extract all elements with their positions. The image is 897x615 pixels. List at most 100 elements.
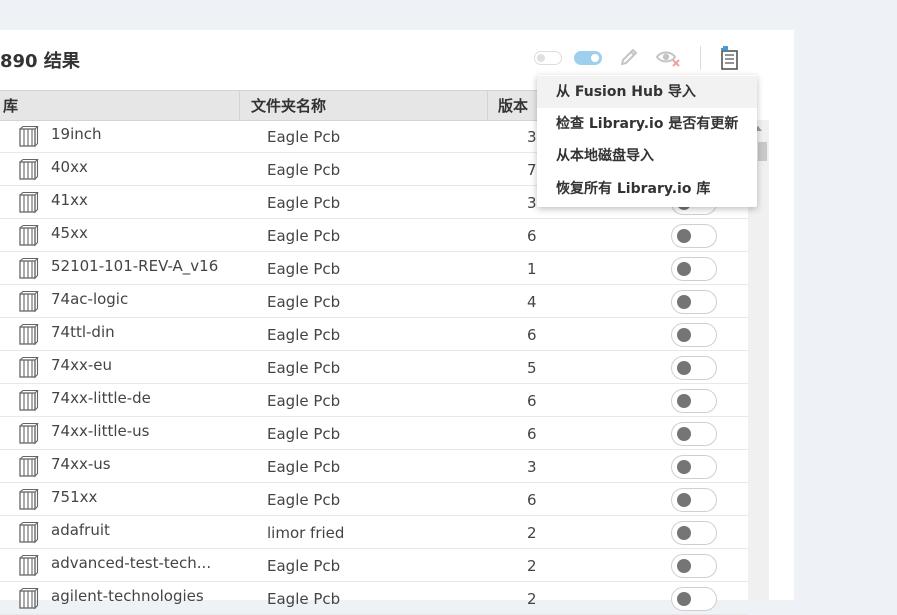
folder-name: Eagle Pcb xyxy=(267,557,341,575)
library-icon xyxy=(17,224,39,251)
table-row[interactable]: 74xx-us Eagle Pcb 3 xyxy=(0,450,748,483)
library-icon xyxy=(17,356,39,383)
toolbar-divider xyxy=(700,46,701,70)
library-icon xyxy=(17,290,39,317)
version-number: 2 xyxy=(527,524,537,542)
library-icon xyxy=(17,488,39,515)
version-number: 3 xyxy=(527,458,537,476)
folder-name: Eagle Pcb xyxy=(267,128,341,146)
table-row[interactable]: adafruit limor fried 2 xyxy=(0,516,748,549)
library-toggle[interactable] xyxy=(671,290,717,314)
library-toggle[interactable] xyxy=(671,587,717,611)
table-row[interactable]: 751xx Eagle Pcb 6 xyxy=(0,483,748,516)
library-name: 74xx-us xyxy=(51,455,111,473)
library-name: 40xx xyxy=(51,158,88,176)
library-toggle[interactable] xyxy=(671,356,717,380)
version-number: 6 xyxy=(527,491,537,509)
library-name: 74ttl-din xyxy=(51,323,115,341)
library-name: 74xx-little-us xyxy=(51,422,150,440)
library-toggle[interactable] xyxy=(671,554,717,578)
column-header-library[interactable]: 库 xyxy=(3,95,18,116)
library-icon xyxy=(17,323,39,350)
library-name: 19inch xyxy=(51,125,102,143)
library-name: 52101-101-REV-A_v16 xyxy=(51,257,219,275)
column-header-version[interactable]: 版本 xyxy=(498,95,528,116)
library-name: agilent-technologies xyxy=(51,587,204,605)
library-icon xyxy=(17,191,39,218)
version-number: 1 xyxy=(527,260,537,278)
folder-name: Eagle Pcb xyxy=(267,590,341,608)
table-row[interactable]: 52101-101-REV-A_v16 Eagle Pcb 1 xyxy=(0,252,748,285)
version-number: 6 xyxy=(527,326,537,344)
library-icon xyxy=(17,158,39,185)
table-row[interactable]: 74ac-logic Eagle Pcb 4 xyxy=(0,285,748,318)
library-name: 45xx xyxy=(51,224,88,242)
folder-name: Eagle Pcb xyxy=(267,194,341,212)
folder-name: Eagle Pcb xyxy=(267,359,341,377)
menu-item-import-fusion-hub[interactable]: 从 Fusion Hub 导入 xyxy=(537,76,757,108)
table-row[interactable]: 74xx-little-de Eagle Pcb 6 xyxy=(0,384,748,417)
library-icon xyxy=(17,455,39,482)
folder-name: Eagle Pcb xyxy=(267,491,341,509)
version-number: 6 xyxy=(527,227,537,245)
version-number: 7 xyxy=(527,161,537,179)
folder-name: limor fried xyxy=(267,524,345,542)
library-icon xyxy=(17,521,39,548)
table-row[interactable]: 74xx-eu Eagle Pcb 5 xyxy=(0,351,748,384)
library-icon xyxy=(17,422,39,449)
version-number: 3 xyxy=(527,194,537,212)
library-icon xyxy=(17,125,39,152)
library-name: 74ac-logic xyxy=(51,290,129,308)
library-toggle[interactable] xyxy=(671,224,717,248)
version-number: 2 xyxy=(527,590,537,608)
folder-name: Eagle Pcb xyxy=(267,293,341,311)
import-library-icon[interactable] xyxy=(718,46,742,76)
library-icon xyxy=(17,554,39,581)
library-name: 74xx-eu xyxy=(51,356,112,374)
column-divider[interactable] xyxy=(487,91,488,120)
library-toggle[interactable] xyxy=(671,323,717,347)
folder-name: Eagle Pcb xyxy=(267,425,341,443)
folder-name: Eagle Pcb xyxy=(267,458,341,476)
folder-name: Eagle Pcb xyxy=(267,161,341,179)
library-toggle[interactable] xyxy=(671,521,717,545)
version-number: 5 xyxy=(527,359,537,377)
library-toggle[interactable] xyxy=(671,257,717,281)
menu-item-check-libraryio-updates[interactable]: 检查 Library.io 是否有更新 xyxy=(537,108,757,140)
table-row[interactable]: advanced-test-tech... Eagle Pcb 2 xyxy=(0,549,748,582)
library-name: 751xx xyxy=(51,488,98,506)
filter-toggle-on[interactable] xyxy=(574,51,602,65)
import-dropdown-menu: 从 Fusion Hub 导入 检查 Library.io 是否有更新 从本地磁… xyxy=(537,75,757,207)
library-toggle[interactable] xyxy=(671,389,717,413)
library-toggle[interactable] xyxy=(671,455,717,479)
version-number: 6 xyxy=(527,425,537,443)
folder-name: Eagle Pcb xyxy=(267,260,341,278)
table-row[interactable]: 74ttl-din Eagle Pcb 6 xyxy=(0,318,748,351)
table-row[interactable]: agilent-technologies Eagle Pcb 2 xyxy=(0,582,748,615)
menu-item-import-local-disk[interactable]: 从本地磁盘导入 xyxy=(537,140,757,172)
menu-item-restore-libraryio[interactable]: 恢复所有 Library.io 库 xyxy=(537,173,757,205)
library-toggle[interactable] xyxy=(671,488,717,512)
eye-off-icon[interactable] xyxy=(655,46,681,72)
version-number: 6 xyxy=(527,392,537,410)
library-icon xyxy=(17,257,39,284)
pencil-icon[interactable] xyxy=(618,46,640,72)
filter-toggle-off[interactable] xyxy=(534,51,562,65)
folder-name: Eagle Pcb xyxy=(267,227,341,245)
library-toggle[interactable] xyxy=(671,422,717,446)
library-name: adafruit xyxy=(51,521,110,539)
library-icon xyxy=(17,587,39,614)
column-header-folder[interactable]: 文件夹名称 xyxy=(251,95,326,116)
scrollbar-thumb[interactable] xyxy=(758,142,767,161)
version-number: 3 xyxy=(527,128,537,146)
table-row[interactable]: 45xx Eagle Pcb 6 xyxy=(0,219,748,252)
column-divider[interactable] xyxy=(239,91,240,120)
version-number: 4 xyxy=(527,293,537,311)
folder-name: Eagle Pcb xyxy=(267,326,341,344)
result-count: 890 结果 xyxy=(0,51,80,72)
library-name: 41xx xyxy=(51,191,88,209)
table-row[interactable]: 74xx-little-us Eagle Pcb 6 xyxy=(0,417,748,450)
version-number: 2 xyxy=(527,557,537,575)
library-icon xyxy=(17,389,39,416)
folder-name: Eagle Pcb xyxy=(267,392,341,410)
